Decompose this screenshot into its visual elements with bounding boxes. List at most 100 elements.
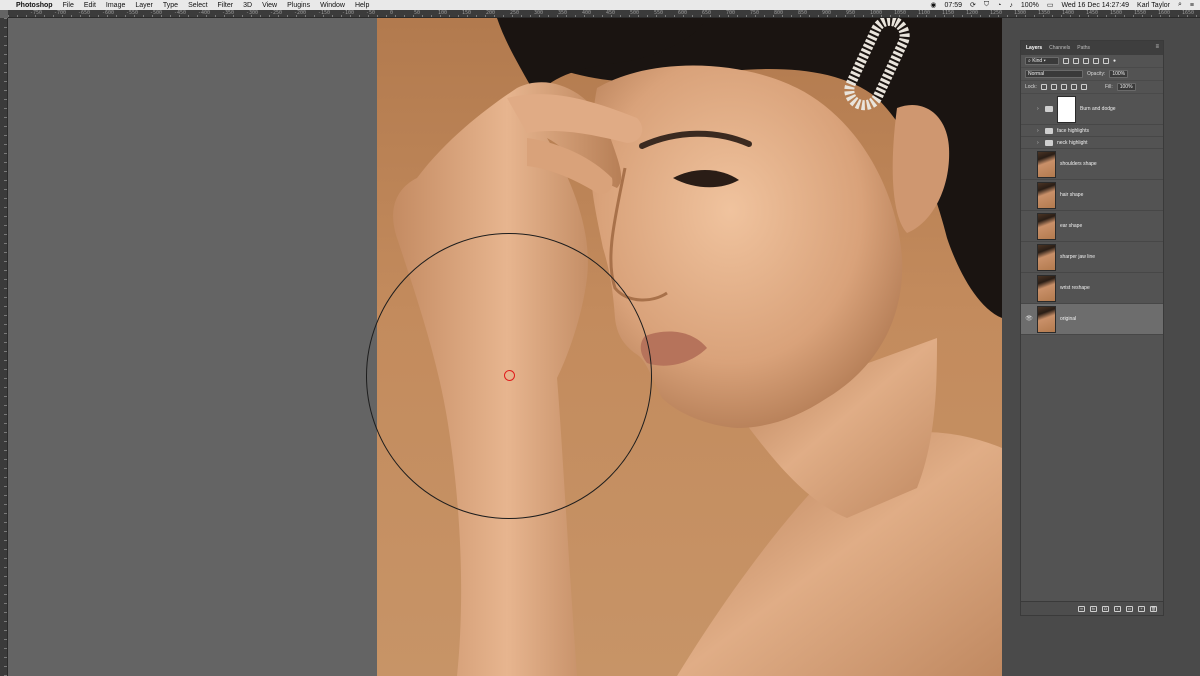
add-mask-icon[interactable]: ◘ <box>1102 605 1109 612</box>
menu-layer[interactable]: Layer <box>135 2 153 9</box>
record-icon[interactable]: ◉ <box>930 1 936 9</box>
battery-percent: 100% <box>1020 1 1039 9</box>
menu-image[interactable]: Image <box>106 2 125 9</box>
menu-type[interactable]: Type <box>163 2 178 9</box>
ruler-label: -350 <box>222 10 235 16</box>
ruler-horizontal[interactable]: -750 -700 -650 -600 -550 -500 -450 -400 -350 -300… <box>8 10 1200 18</box>
layer-neck-highlight[interactable]: › neck highlight <box>1021 137 1163 149</box>
visibility-toggle[interactable] <box>1025 222 1033 230</box>
battery-icon[interactable]: ▭ <box>1047 1 1054 9</box>
adjustment-layer-icon[interactable]: ◐ <box>1114 605 1121 612</box>
tab-layers[interactable]: Layers <box>1026 45 1042 51</box>
layer-face-highlights[interactable]: › face highlights <box>1021 125 1163 137</box>
layer-name[interactable]: neck highlight <box>1057 140 1088 146</box>
visibility-toggle[interactable] <box>1025 139 1033 147</box>
filter-adjustment-icon[interactable] <box>1073 58 1079 64</box>
menu-filter[interactable]: Filter <box>218 2 234 9</box>
layer-thumbnail[interactable] <box>1037 150 1056 178</box>
menu-select[interactable]: Select <box>188 2 207 9</box>
opacity-label: Opacity: <box>1087 71 1106 77</box>
filter-pixel-icon[interactable] <box>1063 58 1069 64</box>
tab-paths[interactable]: Paths <box>1077 45 1090 51</box>
link-layers-icon[interactable]: ∞ <box>1078 605 1085 612</box>
layer-name[interactable]: face highlights <box>1057 128 1089 134</box>
layer-mask-thumbnail[interactable] <box>1057 95 1076 123</box>
menu-plugins[interactable]: Plugins <box>287 2 310 9</box>
eye-icon[interactable]: 👁 <box>1025 315 1033 323</box>
menu-view[interactable]: View <box>262 2 277 9</box>
folder-icon <box>1045 127 1053 134</box>
ruler-label: 50 <box>414 10 421 16</box>
layer-thumbnail[interactable] <box>1037 181 1056 209</box>
document-canvas[interactable] <box>377 18 1002 676</box>
visibility-toggle[interactable] <box>1025 160 1033 168</box>
ruler-label: 150 <box>462 10 472 16</box>
chevron-right-icon[interactable]: › <box>1037 106 1041 112</box>
filter-kind-label: Kind <box>1032 58 1043 64</box>
menu-edit[interactable]: Edit <box>84 2 96 9</box>
ruler-label: -700 <box>54 10 67 16</box>
opacity-field[interactable]: 100% <box>1109 70 1129 78</box>
layer-ear-shape[interactable]: ear shape <box>1021 211 1163 242</box>
layer-thumbnail[interactable] <box>1037 274 1056 302</box>
ruler-label: 1200 <box>966 10 979 16</box>
filter-toggle-icon[interactable]: ● <box>1113 58 1116 64</box>
layer-name[interactable]: wrist reshape <box>1060 285 1090 291</box>
menu-3d[interactable]: 3D <box>243 2 252 9</box>
panel-menu-icon[interactable]: ≡ <box>1155 44 1159 50</box>
new-layer-icon[interactable]: + <box>1138 605 1145 612</box>
layer-name[interactable]: shoulders shape <box>1060 161 1097 167</box>
layer-thumbnail[interactable] <box>1037 243 1056 271</box>
tab-channels[interactable]: Channels <box>1049 45 1070 51</box>
lock-artboard-icon[interactable] <box>1070 84 1077 90</box>
chevron-right-icon[interactable]: › <box>1037 128 1041 134</box>
filter-smart-object-icon[interactable] <box>1103 58 1109 64</box>
layer-style-icon[interactable]: fx <box>1090 605 1097 612</box>
control-center-icon[interactable]: ≡ <box>1190 2 1194 9</box>
blend-mode-select[interactable]: Normal <box>1025 70 1083 78</box>
menu-extras: ◉ 07:59 ⟳ ⛉ ◔ ♪ 100% ▭ Wed 16 Dec 14:27:… <box>930 1 1194 9</box>
wifi-icon[interactable]: ◔ <box>997 2 1001 9</box>
layer-hair-shape[interactable]: hair shape <box>1021 180 1163 211</box>
layer-thumbnail[interactable] <box>1037 212 1056 240</box>
lock-image-icon[interactable] <box>1050 84 1057 90</box>
visibility-toggle[interactable] <box>1025 105 1033 113</box>
visibility-toggle[interactable] <box>1025 127 1033 135</box>
layer-original[interactable]: 👁 original <box>1021 304 1163 335</box>
visibility-toggle[interactable] <box>1025 284 1033 292</box>
menu-help[interactable]: Help <box>355 2 369 9</box>
sync-icon[interactable]: ⟳ <box>970 1 976 9</box>
volume-icon[interactable]: ♪ <box>1009 2 1013 9</box>
layer-name[interactable]: Burn and dodge <box>1080 106 1116 112</box>
layer-burn-and-dodge[interactable]: › Burn and dodge <box>1021 94 1163 125</box>
layer-thumbnail[interactable] <box>1037 305 1056 333</box>
lock-position-icon[interactable] <box>1060 84 1067 90</box>
filter-shape-icon[interactable] <box>1093 58 1099 64</box>
filter-type-icon[interactable] <box>1083 58 1089 64</box>
menu-app-name[interactable]: Photoshop <box>16 2 53 9</box>
visibility-toggle[interactable] <box>1025 253 1033 261</box>
ruler-vertical[interactable] <box>0 18 8 676</box>
layer-wrist-reshape[interactable]: wrist reshape <box>1021 273 1163 304</box>
chevron-right-icon[interactable]: › <box>1037 140 1041 146</box>
search-icon[interactable]: ⌕ <box>1178 1 1182 9</box>
layer-name[interactable]: hair shape <box>1060 192 1083 198</box>
layer-name[interactable]: ear shape <box>1060 223 1082 229</box>
trash-icon[interactable]: 🗑 <box>1150 605 1157 612</box>
datetime[interactable]: Wed 16 Dec 14:27:49 <box>1061 2 1129 9</box>
visibility-toggle[interactable] <box>1025 191 1033 199</box>
fill-field[interactable]: 100% <box>1116 83 1136 91</box>
user-name[interactable]: Karl Taylor <box>1137 2 1170 9</box>
layer-name[interactable]: sharper jaw line <box>1060 254 1095 260</box>
layer-shoulders-shape[interactable]: shoulders shape <box>1021 149 1163 180</box>
menu-file[interactable]: File <box>63 2 74 9</box>
new-group-icon[interactable]: ▭ <box>1126 605 1133 612</box>
panel-tabs: Layers Channels Paths ≡ <box>1021 41 1163 55</box>
filter-kind-select[interactable]: ⌕ Kind ▾ <box>1025 57 1059 65</box>
layer-sharper-jaw-line[interactable]: sharper jaw line <box>1021 242 1163 273</box>
lock-all-icon[interactable] <box>1080 84 1087 90</box>
shield-icon[interactable]: ⛉ <box>984 1 989 9</box>
layer-name[interactable]: original <box>1060 316 1076 322</box>
lock-transparent-icon[interactable] <box>1040 84 1047 90</box>
menu-window[interactable]: Window <box>320 2 345 9</box>
